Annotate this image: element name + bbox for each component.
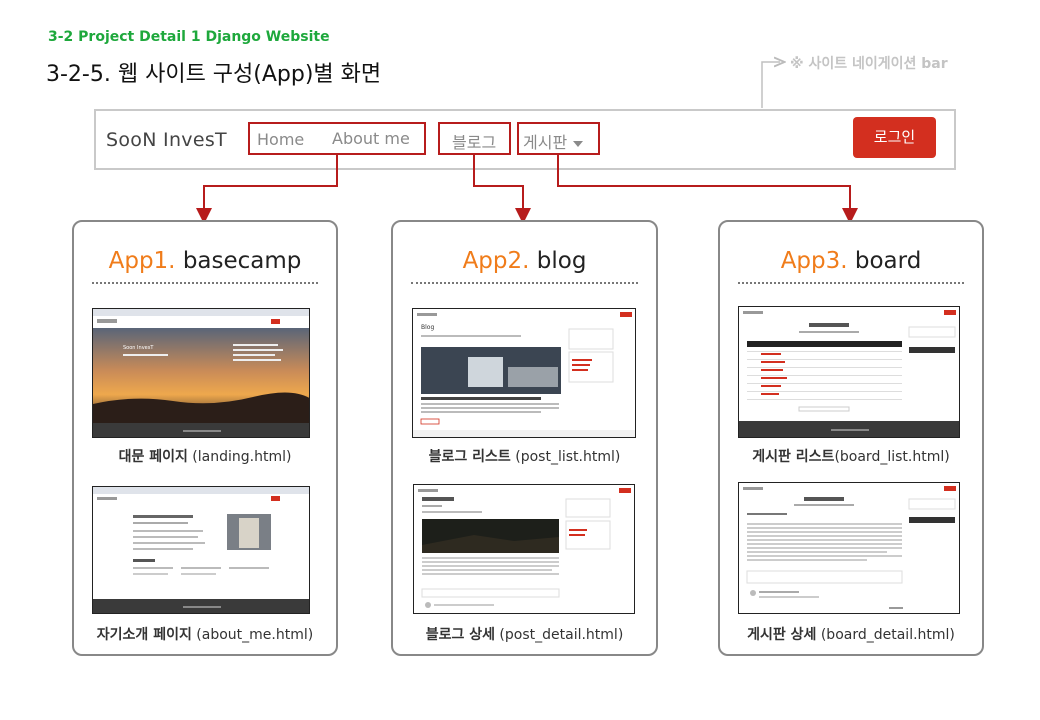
post-list-screenshot: Blog	[413, 312, 635, 437]
nav-note: ※ 사이트 네이게이션 bar	[790, 56, 948, 72]
nav-board-dropdown[interactable]: 게시판	[523, 129, 584, 153]
thumbnail-board-detail[interactable]	[738, 482, 960, 614]
nav-home-link[interactable]: Home	[257, 130, 304, 149]
divider	[738, 282, 964, 284]
divider	[411, 282, 638, 284]
caption-about-me: 자기소개 페이지 (about_me.html)	[96, 627, 314, 643]
svg-text:Soon InvesT: Soon InvesT	[123, 345, 154, 351]
board-list-screenshot	[739, 310, 959, 437]
caption-board-list: 게시판 리스트(board_list.html)	[752, 449, 950, 465]
page-title: 3-2-5. 웹 사이트 구성(App)별 화면	[46, 62, 382, 87]
navbar-brand[interactable]: SooN InvesT	[106, 129, 227, 151]
app-title-basecamp: App1. basecamp	[108, 248, 302, 274]
app-title-board: App3. board	[780, 248, 922, 274]
thumbnail-about-me[interactable]	[92, 486, 310, 614]
caption-landing: 대문 페이지 (landing.html)	[118, 449, 292, 465]
doc-subtitle: 3-2 Project Detail 1 Django Website	[48, 29, 330, 45]
thumb-blog-heading: Blog	[421, 324, 434, 331]
landing-screenshot: Soon InvesT	[93, 309, 309, 437]
login-button[interactable]: 로그인	[853, 117, 936, 158]
thumbnail-post-detail[interactable]	[413, 484, 635, 614]
divider	[92, 282, 318, 284]
thumbnail-landing[interactable]: Soon InvesT	[92, 308, 310, 438]
board-detail-screenshot	[743, 486, 956, 609]
about-me-screenshot	[93, 487, 309, 613]
nav-about-link[interactable]: About me	[332, 129, 410, 148]
caption-post-list: 블로그 리스트 (post_list.html)	[428, 449, 621, 465]
caption-board-detail: 게시판 상세 (board_detail.html)	[747, 627, 955, 643]
nav-blog-link[interactable]: 블로그	[452, 129, 496, 153]
thumbnail-board-list[interactable]	[738, 306, 960, 438]
chevron-down-icon	[573, 140, 584, 147]
caption-post-detail: 블로그 상세 (post_detail.html)	[425, 627, 624, 643]
app-title-blog: App2. blog	[462, 248, 587, 274]
post-detail-screenshot	[418, 488, 631, 608]
thumbnail-post-list[interactable]: Blog	[412, 308, 636, 438]
